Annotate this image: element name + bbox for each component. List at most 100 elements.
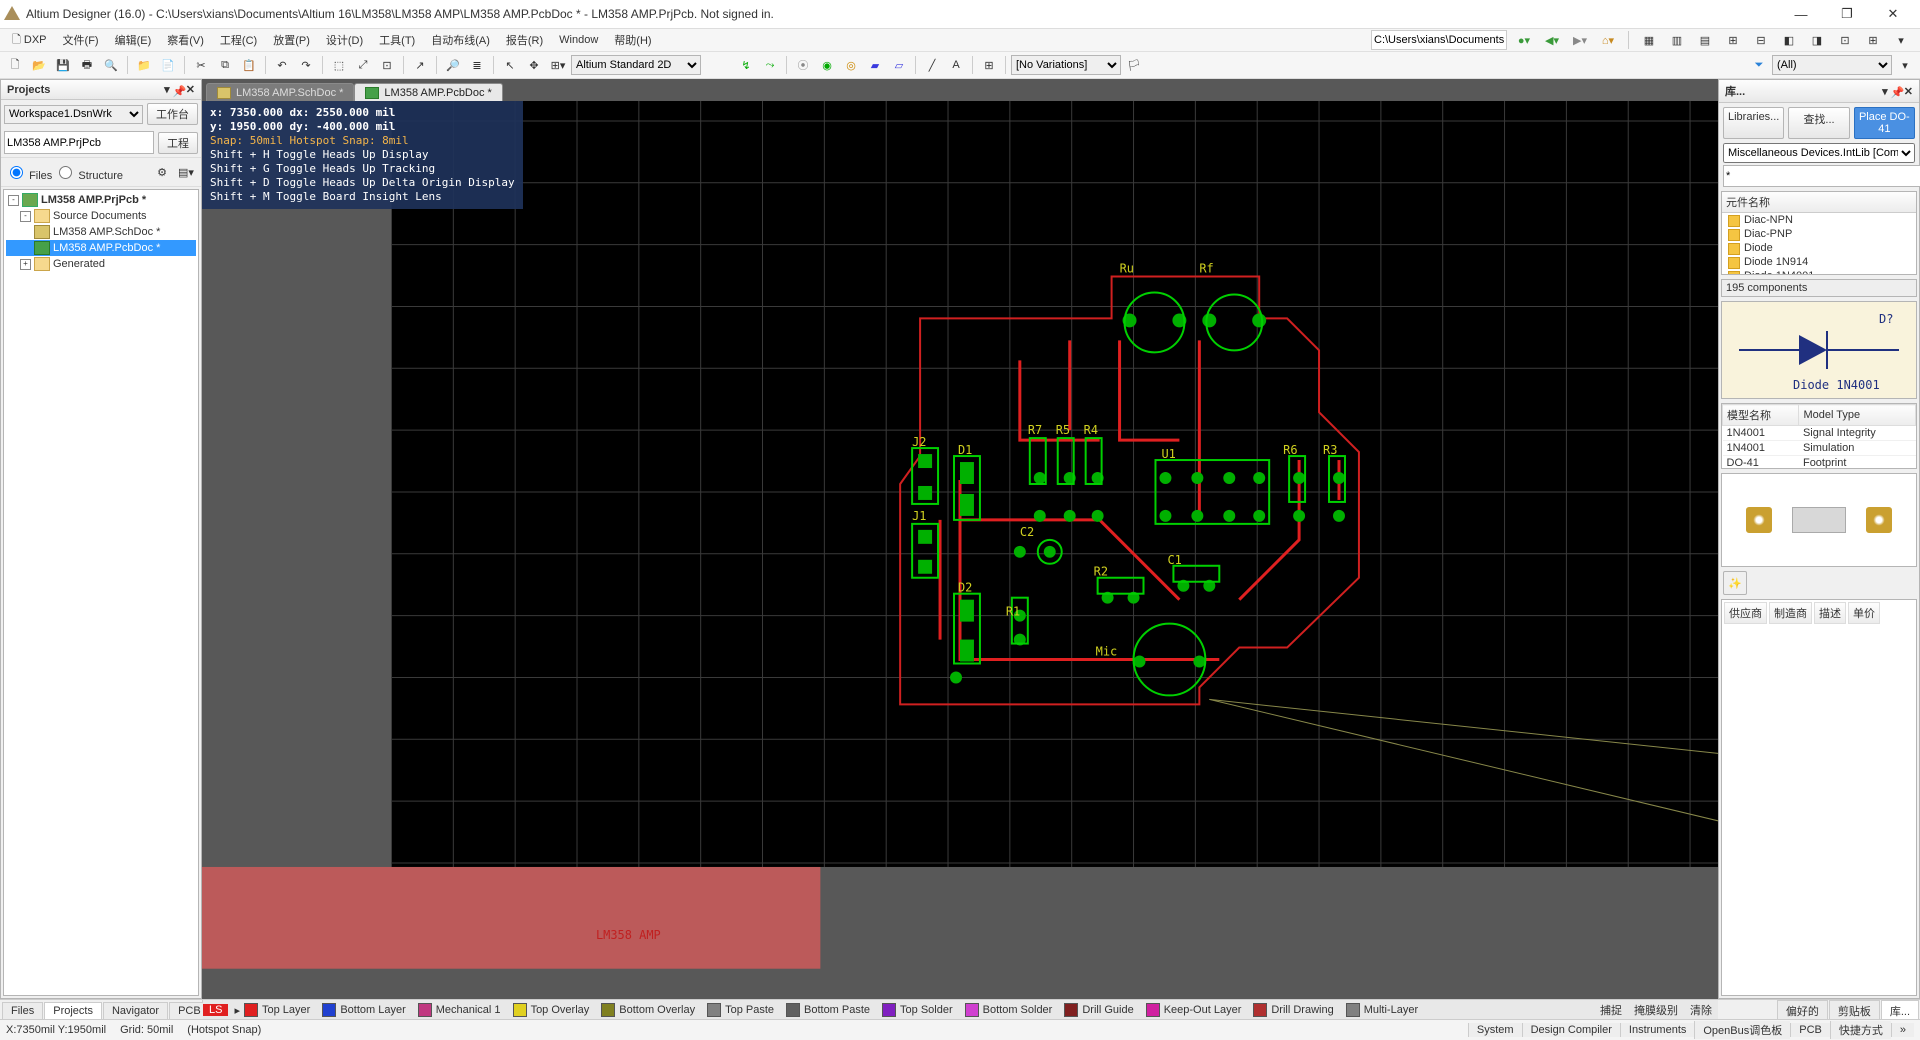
save-icon[interactable]: 💾 bbox=[52, 54, 74, 76]
model-table[interactable]: 模型名称Model Type 1N4001Signal Integrity 1N… bbox=[1721, 403, 1917, 469]
place-text-icon[interactable]: A bbox=[945, 54, 967, 76]
close-panel-icon[interactable]: ✕ bbox=[186, 83, 195, 96]
tb-icon-c[interactable]: ▤ bbox=[1694, 29, 1716, 51]
lib-pin-icon[interactable]: 📌 bbox=[1891, 86, 1901, 96]
open-prjpcb-icon[interactable]: 📄 bbox=[157, 54, 179, 76]
print-icon[interactable]: 🖶 bbox=[76, 54, 98, 76]
array-icon[interactable]: ⊞ bbox=[978, 54, 1000, 76]
sys-pcb[interactable]: PCB bbox=[1790, 1023, 1830, 1037]
lib-drop-icon[interactable]: ▾ bbox=[1882, 85, 1888, 98]
bt-navigator[interactable]: Navigator bbox=[103, 1002, 168, 1019]
preview-icon[interactable]: 🔍 bbox=[100, 54, 122, 76]
maximize-button[interactable]: ❐ bbox=[1824, 0, 1870, 28]
tree-sch[interactable]: LM358 AMP.SchDoc * bbox=[6, 224, 196, 240]
rt-clear[interactable]: 清除 bbox=[1684, 1002, 1718, 1018]
place-via2-icon[interactable]: ◎ bbox=[840, 54, 862, 76]
menu-tools[interactable]: 工具(T) bbox=[371, 30, 423, 50]
menu-place[interactable]: 放置(P) bbox=[265, 30, 318, 50]
filter-all-select[interactable]: (All) bbox=[1772, 55, 1892, 75]
model-row[interactable]: 1N4001Signal Integrity bbox=[1723, 426, 1916, 441]
bt-files[interactable]: Files bbox=[2, 1002, 43, 1019]
zoom-fit-icon[interactable]: ⤢ bbox=[352, 54, 374, 76]
workspace-select[interactable]: Workspace1.DsnWrk bbox=[4, 105, 143, 124]
tree-root[interactable]: -LM358 AMP.PrjPcb * bbox=[6, 192, 196, 208]
project-input[interactable] bbox=[4, 131, 154, 154]
open-project-icon[interactable]: 📁 bbox=[133, 54, 155, 76]
open-icon[interactable]: 📂 bbox=[28, 54, 50, 76]
project-tree[interactable]: -LM358 AMP.PrjPcb * -Source Documents LM… bbox=[3, 189, 199, 996]
libraries-button[interactable]: Libraries... bbox=[1723, 107, 1784, 139]
place-pad-icon[interactable]: ◉ bbox=[816, 54, 838, 76]
menu-autoroute[interactable]: 自动布线(A) bbox=[423, 30, 498, 50]
comp-diac-pnp[interactable]: Diac-PNP bbox=[1722, 227, 1916, 241]
tb-icon-b[interactable]: ▥ bbox=[1666, 29, 1688, 51]
sys-openbus[interactable]: OpenBus调色板 bbox=[1694, 1021, 1790, 1039]
layer-bots[interactable]: Bottom Solder bbox=[959, 1003, 1059, 1017]
zoom-area-icon[interactable]: ⬚ bbox=[328, 54, 350, 76]
tree-src[interactable]: -Source Documents bbox=[6, 208, 196, 224]
tb-icon-j[interactable]: ▾ bbox=[1890, 29, 1912, 51]
layers-icon[interactable]: ≣ bbox=[466, 54, 488, 76]
struct-opt-icon[interactable]: ⚙ bbox=[151, 161, 173, 183]
place-via-icon[interactable]: ⦿ bbox=[792, 54, 814, 76]
tab-schdoc[interactable]: LM358 AMP.SchDoc * bbox=[206, 83, 354, 101]
layer-multi[interactable]: Multi-Layer bbox=[1340, 1003, 1424, 1017]
layer-ls[interactable]: LS bbox=[203, 1004, 228, 1016]
cursor-icon[interactable]: ↖ bbox=[499, 54, 521, 76]
menu-help[interactable]: 帮助(H) bbox=[606, 30, 659, 50]
menu-edit[interactable]: 编辑(E) bbox=[107, 30, 160, 50]
tb-icon-a[interactable]: ▦ bbox=[1638, 29, 1660, 51]
radio-files[interactable]: Files bbox=[5, 163, 52, 182]
route-icon[interactable]: ↯ bbox=[735, 54, 757, 76]
wand-icon[interactable]: ✨ bbox=[1723, 571, 1747, 595]
tb-icon-d[interactable]: ⊞ bbox=[1722, 29, 1744, 51]
filter-funnel-icon[interactable]: ⏷ bbox=[1748, 54, 1770, 76]
copy-icon[interactable]: ⧉ bbox=[214, 54, 236, 76]
menu-window[interactable]: Window bbox=[551, 32, 606, 48]
layer-topo[interactable]: Top Overlay bbox=[507, 1003, 596, 1017]
layer-drillg[interactable]: Drill Guide bbox=[1058, 1003, 1139, 1017]
comp-diode[interactable]: Diode bbox=[1722, 241, 1916, 255]
find-button[interactable]: 查找... bbox=[1788, 107, 1849, 139]
cut-icon[interactable]: ✂ bbox=[190, 54, 212, 76]
project-button[interactable]: 工程 bbox=[158, 132, 198, 154]
component-list[interactable]: 元件名称 Diac-NPN Diac-PNP Diode Diode 1N914… bbox=[1721, 191, 1917, 275]
tree-gen[interactable]: +Generated bbox=[6, 256, 196, 272]
lib-close-icon[interactable]: ✕ bbox=[1904, 85, 1913, 98]
rt-mask[interactable]: 掩膜级别 bbox=[1628, 1002, 1684, 1018]
comp-diac-npn[interactable]: Diac-NPN bbox=[1722, 213, 1916, 227]
new-doc-icon[interactable]: 🗋 bbox=[4, 54, 26, 76]
tb-icon-g[interactable]: ◨ bbox=[1806, 29, 1828, 51]
comp-1n4001[interactable]: Diode 1N4001 bbox=[1722, 269, 1916, 275]
undo-icon[interactable]: ↶ bbox=[271, 54, 293, 76]
struct-menu-icon[interactable]: ▤▾ bbox=[175, 161, 197, 183]
pin-icon[interactable]: 📌 bbox=[173, 85, 183, 95]
grid-icon[interactable]: ⊞▾ bbox=[547, 54, 569, 76]
menu-project[interactable]: 工程(C) bbox=[212, 30, 265, 50]
layer-boto[interactable]: Bottom Overlay bbox=[595, 1003, 701, 1017]
sys-design[interactable]: Design Compiler bbox=[1522, 1023, 1620, 1037]
menu-file[interactable]: 文件(F) bbox=[55, 30, 107, 50]
rt-snap[interactable]: 捕捉 bbox=[1594, 1002, 1628, 1018]
menu-design[interactable]: 设计(D) bbox=[318, 30, 371, 50]
tb-icon-h[interactable]: ⊡ bbox=[1834, 29, 1856, 51]
st-fav[interactable]: 偏好的 bbox=[1777, 1000, 1828, 1021]
layer-tops[interactable]: Top Solder bbox=[876, 1003, 959, 1017]
model-row[interactable]: 1N4001Simulation bbox=[1723, 441, 1916, 456]
tree-pcb[interactable]: LM358 AMP.PcbDoc * bbox=[6, 240, 196, 256]
filter-apply-icon[interactable]: ▾ bbox=[1894, 54, 1916, 76]
layer-top[interactable]: ▸Top Layer bbox=[228, 1003, 316, 1017]
tab-pcbdoc[interactable]: LM358 AMP.PcbDoc * bbox=[354, 83, 502, 101]
nav-back-icon[interactable]: ◀▾ bbox=[1541, 29, 1563, 51]
browse-icon[interactable]: 🔎 bbox=[442, 54, 464, 76]
layer-mech1[interactable]: Mechanical 1 bbox=[412, 1003, 507, 1017]
tb-icon-i[interactable]: ⊞ bbox=[1862, 29, 1884, 51]
layer-botp[interactable]: Bottom Paste bbox=[780, 1003, 876, 1017]
place-line-icon[interactable]: ╱ bbox=[921, 54, 943, 76]
recent-path-input[interactable] bbox=[1371, 30, 1507, 50]
menu-view[interactable]: 察看(V) bbox=[159, 30, 212, 50]
dropdown-icon[interactable]: ▾ bbox=[164, 83, 170, 96]
zoom-sel-icon[interactable]: ⊡ bbox=[376, 54, 398, 76]
sys-menu-icon[interactable]: » bbox=[1891, 1023, 1914, 1037]
move-icon[interactable]: ✥ bbox=[523, 54, 545, 76]
